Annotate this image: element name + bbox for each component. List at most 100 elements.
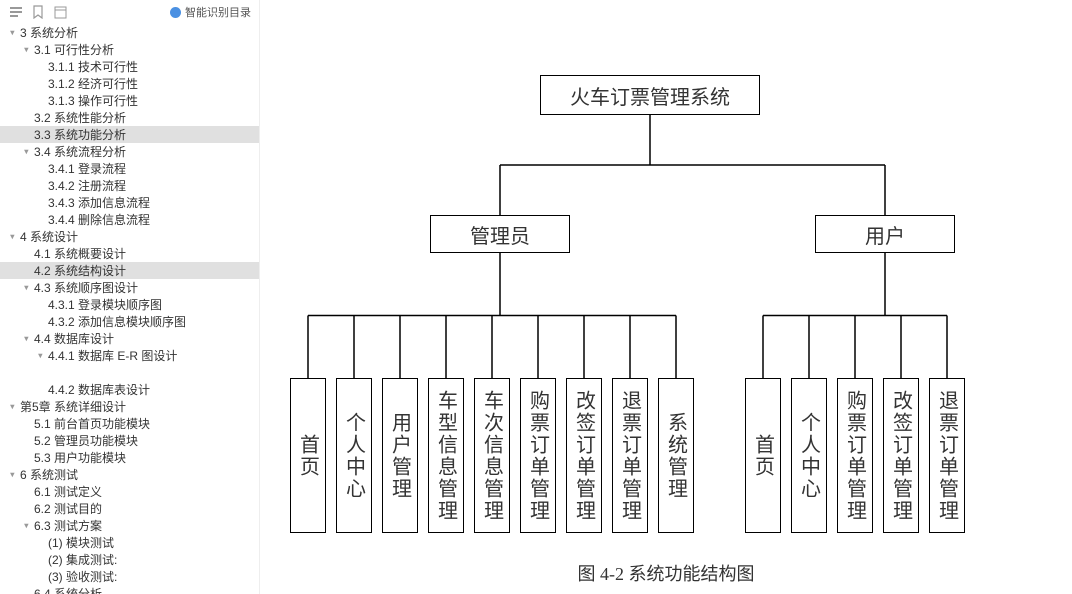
toc-item-label: (3) 验收测试: xyxy=(48,568,117,585)
chevron-icon[interactable]: ▸ xyxy=(7,231,18,243)
diagram-node: 首页 xyxy=(290,378,326,533)
chevron-icon[interactable]: ▸ xyxy=(7,401,18,413)
smart-toc-dot-icon xyxy=(170,7,181,18)
toc-item[interactable]: 3.1.2 经济可行性 xyxy=(0,75,259,92)
toc-item-label: 3.1.2 经济可行性 xyxy=(48,75,138,92)
toc-item[interactable]: (1) 模块测试 xyxy=(0,534,259,551)
toc-item-label: 4.3.1 登录模块顺序图 xyxy=(48,296,162,313)
toc-item[interactable]: 3.4.4 删除信息流程 xyxy=(0,211,259,228)
diagram-node: 用户 xyxy=(815,215,955,253)
chevron-icon[interactable]: ▸ xyxy=(7,27,18,39)
diagram-node: 系统管理 xyxy=(658,378,694,533)
chevron-icon[interactable]: ▸ xyxy=(21,146,32,158)
toc-item-label: 6 系统测试 xyxy=(20,466,78,483)
sidebar-toolbar: 智能识别目录 xyxy=(0,2,259,24)
toc-item[interactable]: ▸6 系统测试 xyxy=(0,466,259,483)
diagram-node: 退票订单管理 xyxy=(612,378,648,533)
chevron-icon[interactable]: ▸ xyxy=(21,333,32,345)
figure-caption: 图 4-2 系统功能结构图 xyxy=(260,560,1072,586)
toc-item-label: 5.2 管理员功能模块 xyxy=(34,432,138,449)
toc-item[interactable]: 5.1 前台首页功能模块 xyxy=(0,415,259,432)
toc-item[interactable]: 5.3 用户功能模块 xyxy=(0,449,259,466)
toc-item[interactable]: (2) 集成测试: xyxy=(0,551,259,568)
diagram-node: 车型信息管理 xyxy=(428,378,464,533)
toc-item-label: 6.4 系统分析 xyxy=(34,585,102,594)
toc-item-label: 3.1.3 操作可行性 xyxy=(48,92,138,109)
toc-item-label: 4.1 系统概要设计 xyxy=(34,245,126,262)
toc-item[interactable]: 4.3.2 添加信息模块顺序图 xyxy=(0,313,259,330)
toc-item-label: 4.4.2 数据库表设计 xyxy=(48,381,150,398)
toc-item-label: 3.4.1 登录流程 xyxy=(48,160,126,177)
chevron-icon[interactable]: ▸ xyxy=(7,469,18,481)
toc-item[interactable]: 6.4 系统分析 xyxy=(0,585,259,594)
toc-item[interactable]: ▸3.4 系统流程分析 xyxy=(0,143,259,160)
toc-item-label: 4.4 数据库设计 xyxy=(34,330,114,347)
toc-item[interactable]: 3.1.1 技术可行性 xyxy=(0,58,259,75)
diagram-node: 改签订单管理 xyxy=(566,378,602,533)
smart-toc-label: 智能识别目录 xyxy=(185,4,251,20)
diagram-node: 退票订单管理 xyxy=(929,378,965,533)
toc-item-label: (1) 模块测试 xyxy=(48,534,114,551)
diagram-node: 购票订单管理 xyxy=(520,378,556,533)
toc-item[interactable]: 4.1 系统概要设计 xyxy=(0,245,259,262)
toc-item[interactable]: 4.2 系统结构设计 xyxy=(0,262,259,279)
toc-item-label: 3.4 系统流程分析 xyxy=(34,143,126,160)
toc-item-label: 4 系统设计 xyxy=(20,228,78,245)
diagram-node: 火车订票管理系统 xyxy=(540,75,760,115)
toc-item[interactable]: ▸6.3 测试方案 xyxy=(0,517,259,534)
bookmark-icon[interactable] xyxy=(30,4,46,20)
smart-toc-button[interactable]: 智能识别目录 xyxy=(170,4,251,20)
toc-item-label: 3 系统分析 xyxy=(20,24,78,41)
toc-item-label: 6.3 测试方案 xyxy=(34,517,102,534)
toc-item-label: 4.2 系统结构设计 xyxy=(34,262,126,279)
toc-item-label: 3.1 可行性分析 xyxy=(34,41,114,58)
toc-item-label: 5.3 用户功能模块 xyxy=(34,449,126,466)
diagram-node: 购票订单管理 xyxy=(837,378,873,533)
toc-item[interactable]: 3.4.1 登录流程 xyxy=(0,160,259,177)
toc-item[interactable]: ▸4.4 数据库设计 xyxy=(0,330,259,347)
toc-item-label: 4.4.1 数据库 E-R 图设计 xyxy=(48,347,177,364)
toc-item-label: 第5章 系统详细设计 xyxy=(20,398,126,415)
toc-item-label: 4.3 系统顺序图设计 xyxy=(34,279,138,296)
diagram-node: 改签订单管理 xyxy=(883,378,919,533)
chevron-icon[interactable]: ▸ xyxy=(21,520,32,532)
chevron-icon[interactable]: ▸ xyxy=(35,350,46,362)
chevron-icon[interactable]: ▸ xyxy=(21,282,32,294)
toc-item[interactable]: 4.3.1 登录模块顺序图 xyxy=(0,296,259,313)
toc-item[interactable] xyxy=(0,364,259,381)
toc-item-label: 3.3 系统功能分析 xyxy=(34,126,126,143)
chevron-icon[interactable]: ▸ xyxy=(21,44,32,56)
structure-diagram: 火车订票管理系统管理员用户首页个人中心用户管理车型信息管理车次信息管理购票订单管… xyxy=(260,0,1072,594)
toc-icon[interactable] xyxy=(8,4,24,20)
diagram-node: 车次信息管理 xyxy=(474,378,510,533)
toc-item[interactable]: 6.1 测试定义 xyxy=(0,483,259,500)
toc-item-label: 3.1.1 技术可行性 xyxy=(48,58,138,75)
toc-tree: ▸3 系统分析▸3.1 可行性分析3.1.1 技术可行性3.1.2 经济可行性3… xyxy=(0,24,259,594)
toc-item[interactable]: 3.1.3 操作可行性 xyxy=(0,92,259,109)
toc-item-label: 6.2 测试目的 xyxy=(34,500,102,517)
toc-item[interactable]: (3) 验收测试: xyxy=(0,568,259,585)
toc-item-label: 6.1 测试定义 xyxy=(34,483,102,500)
toc-item[interactable]: 3.4.2 注册流程 xyxy=(0,177,259,194)
toc-item[interactable]: 3.3 系统功能分析 xyxy=(0,126,259,143)
toc-item-label: 3.4.4 删除信息流程 xyxy=(48,211,150,228)
toc-item[interactable]: ▸第5章 系统详细设计 xyxy=(0,398,259,415)
toc-item[interactable]: ▸4 系统设计 xyxy=(0,228,259,245)
toc-item[interactable]: 3.2 系统性能分析 xyxy=(0,109,259,126)
toc-item[interactable]: 6.2 测试目的 xyxy=(0,500,259,517)
toc-item[interactable]: ▸4.3 系统顺序图设计 xyxy=(0,279,259,296)
toc-item[interactable]: 5.2 管理员功能模块 xyxy=(0,432,259,449)
diagram-node: 管理员 xyxy=(430,215,570,253)
toc-item[interactable]: ▸3.1 可行性分析 xyxy=(0,41,259,58)
toc-item[interactable]: ▸3 系统分析 xyxy=(0,24,259,41)
toc-item[interactable]: 3.4.3 添加信息流程 xyxy=(0,194,259,211)
toc-item-label: 5.1 前台首页功能模块 xyxy=(34,415,150,432)
toc-item[interactable]: ▸4.4.1 数据库 E-R 图设计 xyxy=(0,347,259,364)
toc-item-label: 3.4.3 添加信息流程 xyxy=(48,194,150,211)
diagram-node: 个人中心 xyxy=(336,378,372,533)
toc-item[interactable]: 4.4.2 数据库表设计 xyxy=(0,381,259,398)
expand-icon[interactable] xyxy=(52,4,68,20)
diagram-node: 用户管理 xyxy=(382,378,418,533)
toc-item-label: (2) 集成测试: xyxy=(48,551,117,568)
diagram-node: 首页 xyxy=(745,378,781,533)
